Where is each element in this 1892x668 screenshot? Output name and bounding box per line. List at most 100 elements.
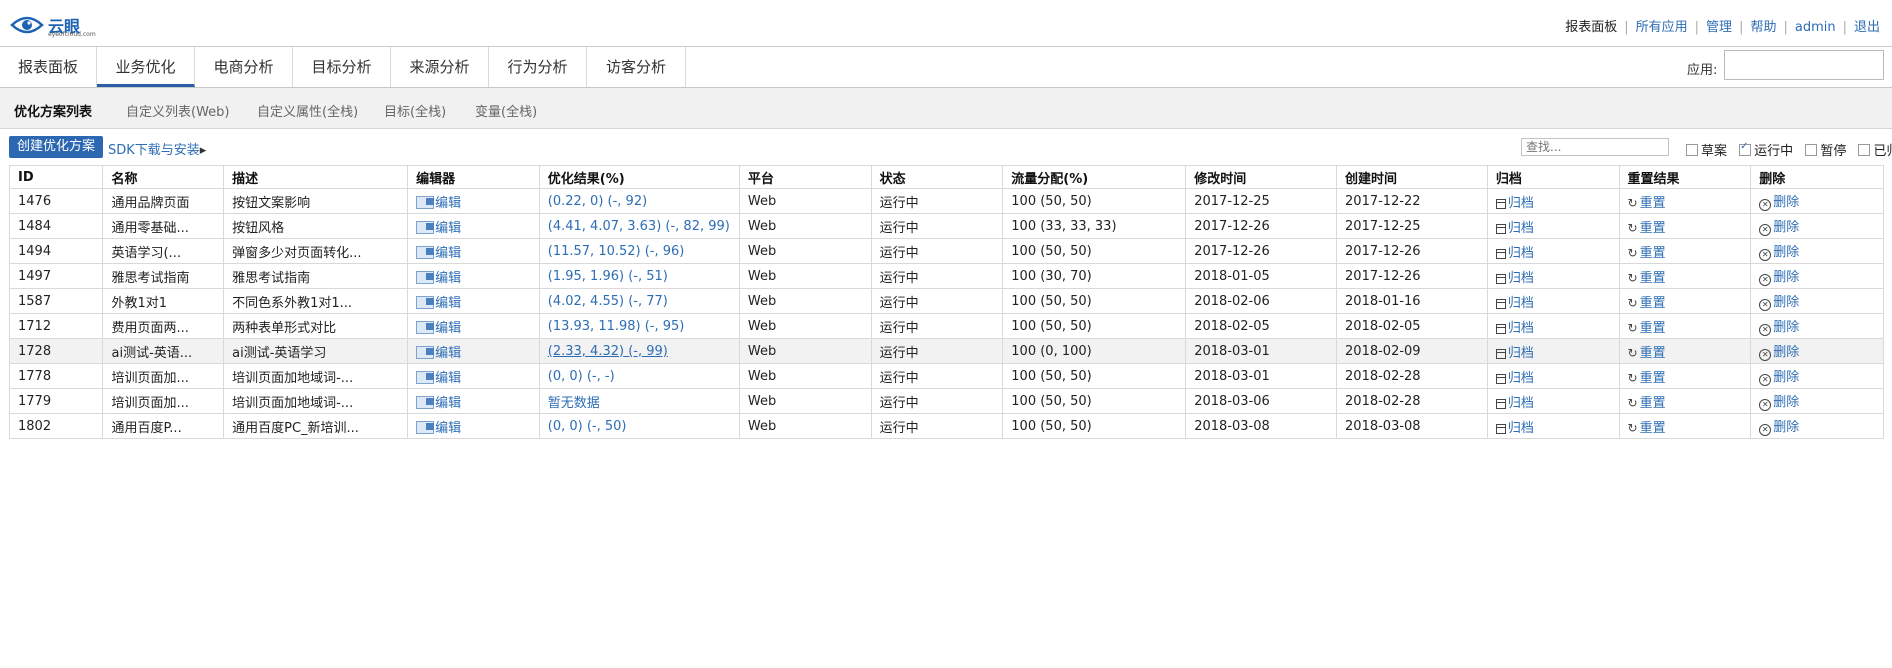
link-all-apps[interactable]: 所有应用 [1636,20,1688,35]
result-link[interactable]: (2.33, 4.32) (-, 99) [548,344,668,359]
archive-link[interactable]: 归档 [1495,221,1534,236]
archive-link[interactable]: 归档 [1495,296,1534,311]
reset-link[interactable]: ↻ 重置 [1628,396,1666,411]
delete-link[interactable]: ✕ 删除 [1759,245,1799,261]
reset-link[interactable]: ↻ 重置 [1628,196,1666,211]
col-header[interactable]: 创建时间 [1336,165,1488,189]
result-link[interactable]: (1.95, 1.96) (-, 51) [548,269,668,284]
link-logout[interactable]: 退出 [1854,20,1880,35]
tab-visitor-analysis[interactable]: 访客分析 [587,47,686,87]
subtab-goals[interactable]: 目标(全栈) [384,101,446,120]
filter-paused[interactable]: 暂停 [1805,144,1846,159]
result-link[interactable]: (4.41, 4.07, 3.63) (-, 82, 99) [548,219,730,234]
archive-link[interactable]: 归档 [1495,321,1534,336]
delete-link[interactable]: ✕ 删除 [1759,420,1799,436]
edit-link[interactable]: 编辑 [416,295,461,311]
filter-archived[interactable]: 已归档 [1858,144,1892,159]
tab-source-analysis[interactable]: 来源分析 [391,47,489,87]
edit-link[interactable]: 编辑 [416,345,461,361]
col-header[interactable]: 描述 [223,165,409,189]
col-header[interactable]: ID [8,165,104,189]
edit-link[interactable]: 编辑 [416,370,461,386]
reset-link[interactable]: ↻ 重置 [1628,421,1666,436]
archive-link[interactable]: 归档 [1495,421,1534,436]
edit-link[interactable]: 编辑 [416,420,461,436]
result-link[interactable]: 暂无数据 [548,396,600,411]
cell-desc: 雅思考试指南 [223,263,409,289]
delete-link[interactable]: ✕ 删除 [1759,220,1799,236]
col-header[interactable]: 状态 [870,165,1004,189]
edit-link[interactable]: 编辑 [416,320,461,336]
tab-behavior-analysis[interactable]: 行为分析 [489,47,587,87]
filter-archived-checkbox[interactable] [1858,144,1871,156]
create-optimization-button[interactable]: 创建优化方案 [9,136,103,158]
table-row[interactable]: 1778 培训页面加... 培训页面加地域词-... 编辑 (0, 0) (-, -) W… [8,363,1884,389]
edit-link[interactable]: 编辑 [416,195,461,211]
reset-link[interactable]: ↻ 重置 [1628,296,1666,311]
table-row[interactable]: 1476 通用品牌页面 按钮文案影响 编辑 (0.22, 0) (-, 92) Web 运行… [8,188,1884,214]
archive-link[interactable]: 归档 [1495,196,1534,211]
reset-link[interactable]: ↻ 重置 [1628,271,1666,286]
sdk-download-link[interactable]: SDK下载与安装▸ [108,139,206,158]
edit-link[interactable]: 编辑 [416,220,461,236]
reset-link[interactable]: ↻ 重置 [1628,221,1666,236]
archive-link[interactable]: 归档 [1495,371,1534,386]
logo[interactable]: 云眼 eyeofcloud.com [10,12,96,38]
filter-running-checkbox[interactable] [1739,141,1752,156]
col-header[interactable]: 名称 [102,165,225,189]
app-select-input[interactable] [1724,50,1884,80]
table-row[interactable]: 1779 培训页面加... 培训页面加地域词-... 编辑 暂无数据 Web 运行中 100 … [8,388,1884,414]
table-row[interactable]: 1712 费用页面两... 两种表单形式对比 编辑 (13.93, 11.98) (-,… [8,313,1884,339]
result-link[interactable]: (0.22, 0) (-, 92) [548,194,647,209]
col-header[interactable]: 修改时间 [1185,165,1338,189]
delete-link[interactable]: ✕ 删除 [1759,395,1799,411]
reset-link[interactable]: ↻ 重置 [1628,346,1666,361]
archive-link[interactable]: 归档 [1495,271,1534,286]
delete-link[interactable]: ✕ 删除 [1759,195,1799,211]
filter-draft[interactable]: 草案 [1686,144,1727,159]
search-input[interactable] [1521,138,1669,156]
table-row[interactable]: 1802 通用百度P... 通用百度PC_新培训... 编辑 (0, 0) (-, 50… [8,413,1884,439]
reset-link[interactable]: ↻ 重置 [1628,321,1666,336]
delete-link[interactable]: ✕ 删除 [1759,270,1799,286]
filter-paused-checkbox[interactable] [1805,144,1818,156]
tab-business-optimization[interactable]: 业务优化 [97,47,195,87]
subtab-custom-list-web[interactable]: 自定义列表(Web) [126,101,230,120]
filter-draft-checkbox[interactable] [1686,144,1698,156]
tab-ecommerce-analysis[interactable]: 电商分析 [195,47,293,87]
delete-link[interactable]: ✕ 删除 [1759,295,1799,311]
result-link[interactable]: (13.93, 11.98) (-, 95) [548,319,685,334]
table-row[interactable]: 1728 ai测试-英语... ai测试-英语学习 编辑 (2.33, 4.32) (-… [8,338,1884,364]
archive-link[interactable]: 归档 [1495,396,1534,411]
link-help[interactable]: 帮助 [1750,20,1776,35]
edit-link[interactable]: 编辑 [416,245,461,261]
col-header[interactable]: 平台 [738,165,872,189]
link-report-panel[interactable]: 报表面板 [1565,20,1617,35]
tab-goal-analysis[interactable]: 目标分析 [293,47,391,87]
result-link[interactable]: (11.57, 10.52) (-, 96) [548,244,685,259]
reset-link[interactable]: ↻ 重置 [1628,246,1666,261]
subtab-custom-attributes[interactable]: 自定义属性(全栈) [257,101,358,120]
filter-running[interactable]: 运行中 [1739,141,1793,159]
reset-link[interactable]: ↻ 重置 [1628,371,1666,386]
table-row[interactable]: 1494 英语学习(... 弹窗多少对页面转化... 编辑 (11.57, 10.52)… [8,238,1884,264]
table-row[interactable]: 1484 通用零基础... 按钮风格 编辑 (4.41, 4.07, 3.63) (-,… [8,213,1884,239]
result-link[interactable]: (0, 0) (-, -) [548,369,615,384]
result-link[interactable]: (0, 0) (-, 50) [548,419,627,434]
sdk-download-label[interactable]: SDK下载与安装 [108,143,200,158]
table-row[interactable]: 1587 外教1对1 不同色系外教1对1... 编辑 (4.02, 4.55) (-, … [8,288,1884,314]
delete-link[interactable]: ✕ 删除 [1759,370,1799,386]
archive-link[interactable]: 归档 [1495,246,1534,261]
subtab-optimization-list[interactable]: 优化方案列表 [14,101,92,120]
subtab-variables[interactable]: 变量(全栈) [475,101,537,120]
edit-link[interactable]: 编辑 [416,270,461,286]
link-manage[interactable]: 管理 [1706,20,1732,35]
link-admin[interactable]: admin [1795,20,1836,35]
delete-link[interactable]: ✕ 删除 [1759,320,1799,336]
tab-report-panel[interactable]: 报表面板 [0,47,97,87]
table-row[interactable]: 1497 雅思考试指南 雅思考试指南 编辑 (1.95, 1.96) (-, 51) We… [8,263,1884,289]
delete-link[interactable]: ✕ 删除 [1759,345,1799,361]
archive-link[interactable]: 归档 [1495,346,1534,361]
result-link[interactable]: (4.02, 4.55) (-, 77) [548,294,668,309]
edit-link[interactable]: 编辑 [416,395,461,411]
